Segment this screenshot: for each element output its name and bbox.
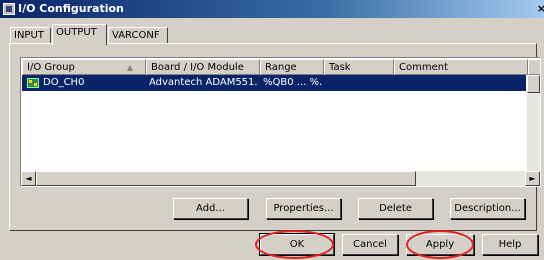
column-header-task[interactable]: Task (324, 59, 394, 75)
column-header-filler (528, 59, 540, 75)
vertical-scroll-thumb[interactable] (527, 75, 540, 93)
tab-output[interactable]: OUTPUT (52, 24, 107, 45)
column-header-comment[interactable]: Comment (394, 59, 528, 75)
app-icon (3, 3, 15, 15)
table-row[interactable]: DO_CH0 Advantech ADAM551... %QB0 ... %..… (22, 75, 526, 91)
tab-varconf[interactable]: VARCONF (108, 27, 168, 43)
sort-ascending-icon: ▲ (126, 63, 133, 72)
add-button[interactable]: Add... (173, 198, 248, 219)
list-header: I/O Group ▲ Board / I/O Module Range Tas… (22, 59, 540, 75)
cell-comment (397, 75, 517, 91)
window-title: I/O Configuration (18, 2, 124, 15)
cell-range: %QB0 ... %... (263, 77, 323, 88)
column-header-io-group[interactable]: I/O Group ▲ (22, 59, 146, 75)
cancel-button[interactable]: Cancel (342, 234, 398, 255)
io-list[interactable]: I/O Group ▲ Board / I/O Module Range Tas… (20, 57, 541, 187)
scroll-left-arrow-icon[interactable]: ◄ (21, 171, 36, 186)
vertical-scrollbar[interactable] (527, 75, 540, 177)
io-configuration-dialog: I/O Configuration × INPUT OUTPUT VARCONF… (0, 0, 544, 260)
ok-button[interactable]: OK (259, 233, 335, 256)
io-module-icon (27, 78, 39, 88)
properties-button[interactable]: Properties... (266, 198, 341, 219)
cell-module: Advantech ADAM551... (149, 77, 257, 88)
title-bar[interactable]: I/O Configuration × (0, 0, 544, 18)
horizontal-scrollbar[interactable]: ◄ ► (21, 171, 540, 186)
apply-button[interactable]: Apply (406, 234, 474, 255)
column-header-module[interactable]: Board / I/O Module (146, 59, 260, 75)
cell-io-group: DO_CH0 (43, 77, 85, 88)
description-button[interactable]: Description... (450, 198, 525, 219)
scroll-right-arrow-icon[interactable]: ► (525, 171, 540, 186)
tab-input[interactable]: INPUT (10, 27, 51, 43)
horizontal-scroll-thumb[interactable] (36, 171, 416, 186)
cell-task (327, 75, 391, 91)
help-button[interactable]: Help (482, 234, 538, 255)
delete-button[interactable]: Delete (358, 198, 433, 219)
close-icon[interactable]: × (537, 2, 544, 15)
column-header-range[interactable]: Range (260, 59, 324, 75)
